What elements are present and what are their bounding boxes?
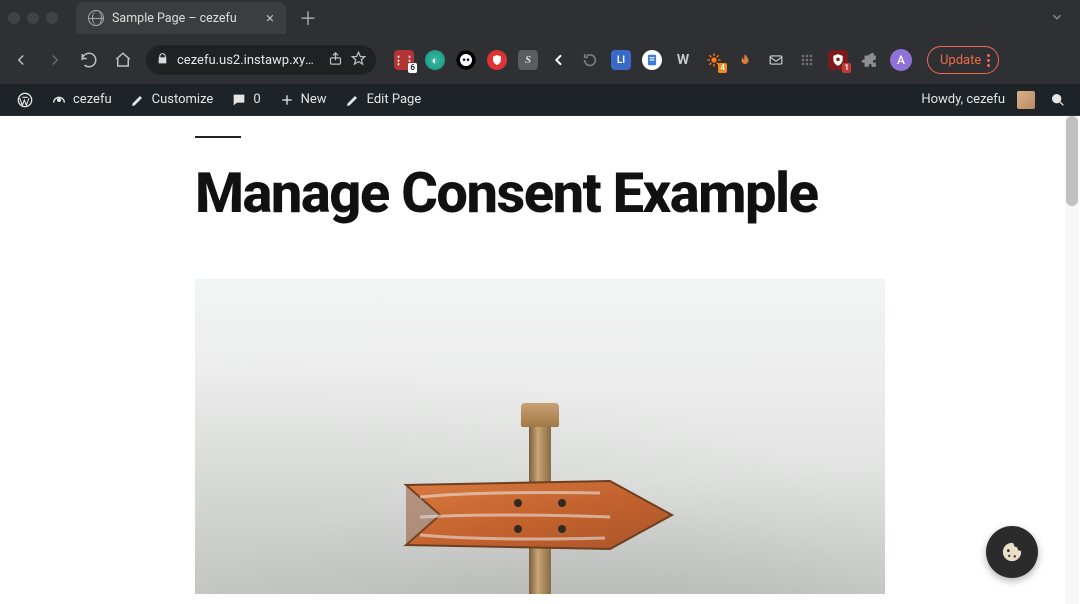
sign-arrow <box>400 477 680 553</box>
forward-button[interactable] <box>44 49 66 71</box>
extension-puzzle-icon[interactable] <box>859 50 879 70</box>
extension-badge: 6 <box>408 63 417 73</box>
wp-site-name: cezefu <box>73 92 112 107</box>
wp-customize[interactable]: Customize <box>121 84 223 115</box>
extension-mask-icon[interactable]: •• <box>456 50 476 70</box>
scrollbar-thumb[interactable] <box>1066 116 1078 206</box>
extension-shield-icon[interactable] <box>487 50 507 70</box>
window-top-bar: Sample Page – cezefu × ＋ <box>0 0 1080 36</box>
wp-new[interactable]: New <box>270 84 336 115</box>
globe-icon <box>88 10 104 26</box>
traffic-lights <box>8 12 58 24</box>
extension-badge: 4 <box>718 63 727 73</box>
cookie-icon <box>1001 541 1023 563</box>
wp-search[interactable] <box>1044 92 1072 108</box>
browser-tab[interactable]: Sample Page – cezefu × <box>76 2 286 34</box>
wp-site-link[interactable]: cezefu <box>42 84 121 115</box>
wp-customize-label: Customize <box>152 92 214 107</box>
extension-ubo-icon[interactable]: 1 <box>828 50 848 70</box>
hero-image <box>195 279 885 594</box>
lock-icon <box>156 52 169 69</box>
wp-logo[interactable] <box>8 84 42 115</box>
cookie-consent-button[interactable] <box>986 526 1038 578</box>
new-tab-button[interactable]: ＋ <box>294 4 322 32</box>
wp-edit-page[interactable]: Edit Page <box>336 84 431 115</box>
extensions-menu-icon[interactable] <box>797 50 817 70</box>
extension-flame-icon[interactable] <box>735 50 755 70</box>
wp-user-avatar <box>1017 91 1035 109</box>
traffic-zoom[interactable] <box>46 12 58 24</box>
browser-chrome: Sample Page – cezefu × ＋ cezefu.us2.inst… <box>0 0 1080 84</box>
extension-w-icon[interactable]: W <box>673 50 693 70</box>
home-button[interactable] <box>112 49 134 71</box>
wp-edit-label: Edit Page <box>367 92 422 107</box>
star-icon[interactable] <box>351 51 366 70</box>
extension-script-icon[interactable]: S <box>518 50 538 70</box>
reload-button[interactable] <box>78 49 100 71</box>
wp-comments[interactable]: 0 <box>222 84 269 115</box>
wp-comments-count: 0 <box>253 92 260 107</box>
signpost <box>526 409 554 594</box>
wp-howdy[interactable]: Howdy, cezefu <box>912 91 1044 109</box>
wp-admin-bar: cezefu Customize 0 New Edit Page Howdy, … <box>0 84 1080 116</box>
traffic-minimise[interactable] <box>27 12 39 24</box>
wp-new-label: New <box>301 92 327 107</box>
extension-teal-icon[interactable]: ◐ <box>425 50 445 70</box>
address-bar[interactable]: cezefu.us2.instawp.xyz/?p… <box>146 45 376 75</box>
extension-grid-icon[interactable]: ⋮⋮6 <box>394 50 414 70</box>
scrollbar-track[interactable] <box>1065 116 1079 604</box>
menu-dots-icon[interactable] <box>987 54 990 67</box>
tab-title: Sample Page – cezefu <box>112 11 258 26</box>
url-text: cezefu.us2.instawp.xyz/?p… <box>177 53 320 68</box>
extension-spike-icon[interactable]: 4 <box>704 50 724 70</box>
browser-toolbar: cezefu.us2.instawp.xyz/?p… ⋮⋮6 ◐ •• S LI <box>0 36 1080 84</box>
signpost-cap <box>521 403 559 427</box>
extension-redo-icon[interactable] <box>580 50 600 70</box>
article: Manage Consent Example <box>195 116 885 594</box>
update-label: Update <box>940 53 981 68</box>
extensions-row: ⋮⋮6 ◐ •• S LI W 4 <box>394 46 999 74</box>
back-button[interactable] <box>10 49 32 71</box>
signpost-pole <box>529 409 551 594</box>
page-viewport: Manage Consent Example <box>0 116 1080 604</box>
update-button[interactable]: Update <box>927 46 999 74</box>
share-icon[interactable] <box>328 51 343 70</box>
wp-howdy-text: Howdy, cezefu <box>921 92 1005 107</box>
extension-mail-icon[interactable] <box>766 50 786 70</box>
profile-initial: A <box>897 53 905 67</box>
wp-right-group: Howdy, cezefu <box>912 91 1072 109</box>
title-divider <box>195 136 241 138</box>
chevron-down-icon[interactable] <box>1042 5 1072 32</box>
extension-li-icon[interactable]: LI <box>611 50 631 70</box>
extension-badge: 1 <box>842 63 851 73</box>
close-icon[interactable]: × <box>266 11 274 26</box>
extension-chevron-left-icon[interactable] <box>549 50 569 70</box>
traffic-close[interactable] <box>8 12 20 24</box>
page-title: Manage Consent Example <box>195 164 885 223</box>
extension-doc-icon[interactable] <box>642 50 662 70</box>
profile-avatar[interactable]: A <box>890 49 912 71</box>
